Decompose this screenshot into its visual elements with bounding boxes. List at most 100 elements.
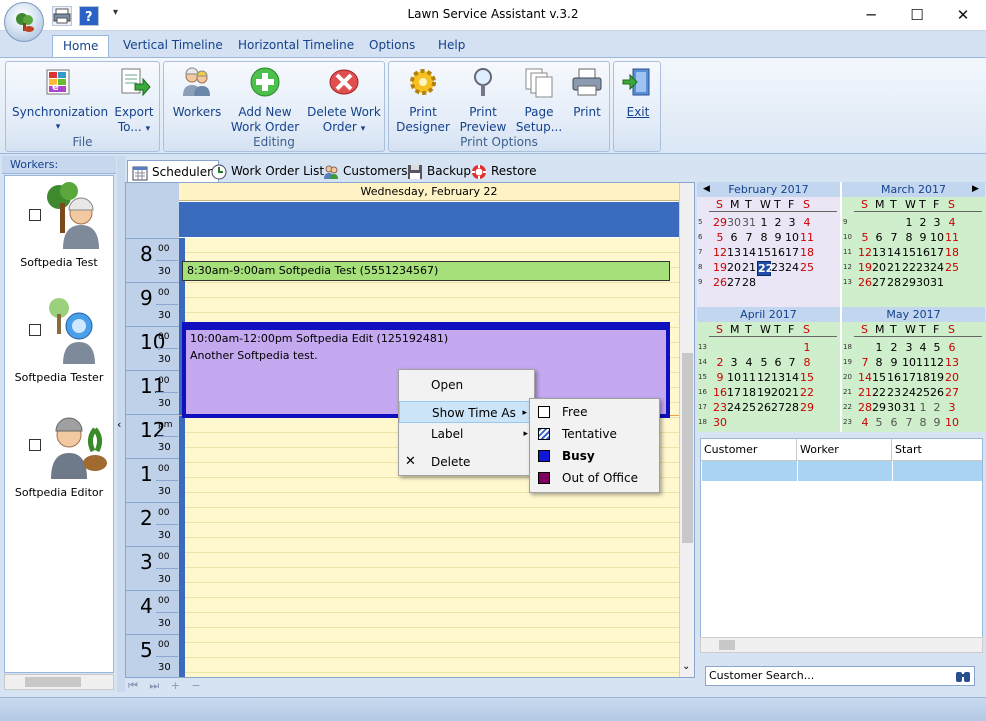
day-cell[interactable]: 21: [785, 386, 799, 399]
day-cell[interactable]: 12: [930, 356, 944, 369]
day-cell[interactable]: 24: [727, 401, 741, 414]
day-cell[interactable]: 30: [713, 416, 727, 429]
month-calendar-3[interactable]: May 2017 S M T W T F S 18 1 2 3 4 5 6 19 7 8 9 10 11 12 13 20 14…: [842, 307, 985, 432]
worker-checkbox-0[interactable]: [29, 209, 41, 221]
day-cell[interactable]: 8: [902, 231, 916, 244]
day-cell[interactable]: 4: [742, 356, 756, 369]
scheduler-scroll-thumb[interactable]: [682, 353, 693, 543]
minimize-button[interactable]: ─: [848, 0, 894, 31]
day-cell[interactable]: 18: [916, 371, 930, 384]
day-cell[interactable]: 1: [872, 341, 886, 354]
day-cell[interactable]: 1: [902, 216, 916, 229]
navigation-buttons[interactable]: ⏮ ⏭ + −: [128, 679, 205, 693]
column-header-worker[interactable]: Worker: [797, 439, 892, 461]
day-cell[interactable]: 2: [916, 216, 930, 229]
day-cell[interactable]: 5: [858, 231, 872, 244]
day-cell[interactable]: 14: [858, 371, 872, 384]
customer-grid[interactable]: Customer Worker Start: [700, 438, 983, 653]
day-cell[interactable]: 4: [858, 416, 872, 429]
day-cell[interactable]: 24: [785, 261, 799, 274]
day-cell[interactable]: 8: [916, 416, 930, 429]
day-cell[interactable]: 6: [945, 341, 959, 354]
grid-scroll-thumb[interactable]: [719, 640, 735, 650]
tab-options[interactable]: Options: [359, 35, 425, 57]
day-cell[interactable]: 16: [771, 246, 785, 259]
day-cell[interactable]: 25: [800, 261, 814, 274]
menu-item-show-time-as[interactable]: Show Time As ▸: [399, 401, 534, 423]
prev-month-icon[interactable]: ◀: [703, 184, 710, 194]
day-cell[interactable]: 6: [887, 416, 901, 429]
day-cell[interactable]: 4: [916, 341, 930, 354]
day-cell[interactable]: 20: [771, 386, 785, 399]
close-button[interactable]: ✕: [940, 0, 986, 31]
tab-home[interactable]: Home: [52, 35, 110, 57]
day-cell[interactable]: 25: [945, 261, 959, 274]
day-cell[interactable]: 10: [727, 371, 741, 384]
collapse-arrow-icon[interactable]: ‹: [117, 418, 121, 431]
tab-help[interactable]: Help: [428, 35, 475, 57]
tab-scheduler[interactable]: Scheduler: [127, 160, 220, 182]
day-cell[interactable]: 7: [785, 356, 799, 369]
day-cell[interactable]: 27: [727, 276, 741, 289]
day-cell[interactable]: 13: [727, 246, 741, 259]
day-cell[interactable]: 29: [800, 401, 814, 414]
print-preview-button[interactable]: Print Preview: [455, 66, 511, 135]
day-cell[interactable]: 29: [872, 401, 886, 414]
day-cell[interactable]: 14: [887, 246, 901, 259]
day-cell[interactable]: 21: [742, 261, 756, 274]
scheduler-vertical-scrollbar[interactable]: ⌄: [679, 183, 694, 677]
all-day-area[interactable]: [179, 202, 679, 237]
panel-splitter[interactable]: ‹: [117, 156, 125, 692]
day-cell[interactable]: 8: [757, 231, 771, 244]
day-cell[interactable]: 6: [727, 231, 741, 244]
day-cell[interactable]: 10: [945, 416, 959, 429]
day-cell[interactable]: 27: [771, 401, 785, 414]
tab-work-order-list[interactable]: Work Order List: [207, 160, 330, 182]
workers-list[interactable]: Softpedia Test Softpedia Tester Softpedi…: [4, 175, 114, 673]
worker-checkbox-1[interactable]: [29, 324, 41, 336]
day-cell[interactable]: 9: [887, 356, 901, 369]
day-cell[interactable]: 30: [727, 216, 741, 229]
tab-restore[interactable]: Restore: [467, 160, 543, 182]
day-cell[interactable]: 7: [742, 231, 756, 244]
day-cell[interactable]: 24: [902, 386, 916, 399]
day-cell[interactable]: 28: [858, 401, 872, 414]
day-cell[interactable]: 19: [858, 261, 872, 274]
day-cell[interactable]: 3: [902, 341, 916, 354]
submenu-item-out-of-office[interactable]: Out of Office: [530, 467, 659, 489]
day-cell[interactable]: 7: [887, 231, 901, 244]
day-cell[interactable]: 14: [742, 246, 756, 259]
day-cell[interactable]: 22: [902, 261, 916, 274]
worker-checkbox-2[interactable]: [29, 439, 41, 451]
day-cell[interactable]: 15: [902, 246, 916, 259]
day-cell[interactable]: 2: [713, 356, 727, 369]
day-cell[interactable]: 28: [887, 276, 901, 289]
appointment-0[interactable]: 8:30am-9:00am Softpedia Test (5551234567…: [182, 261, 670, 281]
maximize-button[interactable]: ☐: [894, 0, 940, 31]
print-button[interactable]: Print: [567, 66, 607, 120]
day-cell[interactable]: 23: [771, 261, 785, 274]
day-cell[interactable]: 31: [902, 401, 916, 414]
day-cell[interactable]: 11: [945, 231, 959, 244]
workers-horizontal-scrollbar[interactable]: [4, 674, 114, 690]
binoculars-icon[interactable]: [955, 668, 971, 684]
day-cell[interactable]: 12: [713, 246, 727, 259]
day-cell[interactable]: 2: [771, 216, 785, 229]
grid-selected-row[interactable]: [702, 461, 982, 481]
exit-button[interactable]: Exit: [618, 66, 658, 120]
tab-horizontal-timeline[interactable]: Horizontal Timeline: [228, 35, 364, 57]
day-cell[interactable]: 5: [930, 341, 944, 354]
day-cell[interactable]: 31: [930, 276, 944, 289]
day-cell[interactable]: 7: [902, 416, 916, 429]
day-cell[interactable]: 4: [800, 216, 814, 229]
day-cell[interactable]: 5: [757, 356, 771, 369]
day-cell[interactable]: 29: [713, 216, 727, 229]
day-cell[interactable]: 11: [742, 371, 756, 384]
day-cell[interactable]: 26: [930, 386, 944, 399]
day-cell[interactable]: 11: [800, 231, 814, 244]
day-cell[interactable]: 30: [916, 276, 930, 289]
day-cell[interactable]: 16: [916, 246, 930, 259]
day-cell[interactable]: 13: [945, 356, 959, 369]
day-cell[interactable]: 13: [771, 371, 785, 384]
day-cell[interactable]: 31: [742, 216, 756, 229]
